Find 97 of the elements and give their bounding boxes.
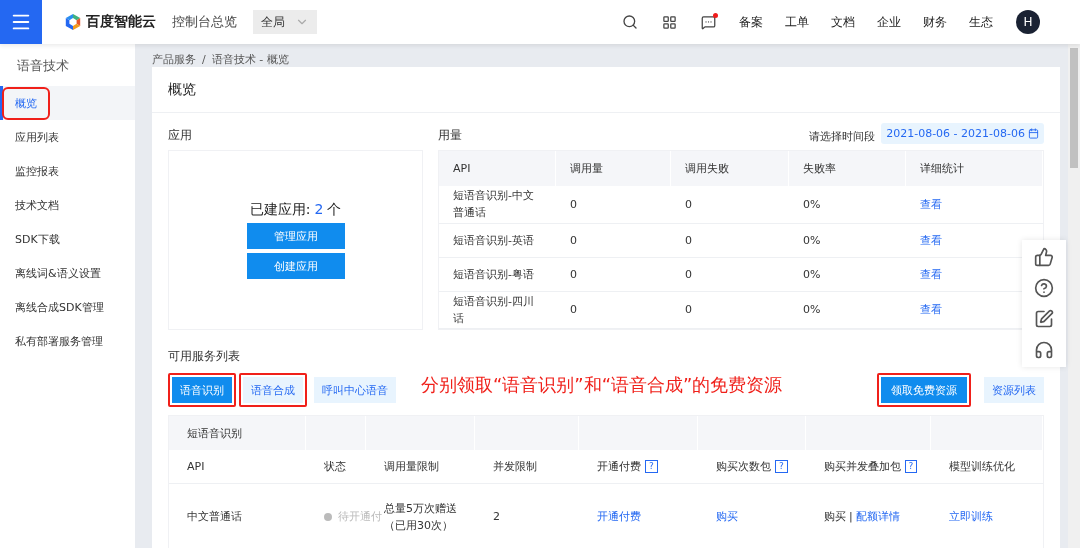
help-icon[interactable]: ? <box>775 460 788 473</box>
claim-free-resources-button[interactable]: 领取免费资源 <box>881 377 967 403</box>
table-cell: 0 <box>671 186 789 224</box>
pay-link[interactable]: 开通付费 <box>597 508 641 525</box>
table-cell: 短语音识别-中文普通话 <box>439 186 556 224</box>
buy-text: 购买 <box>824 509 846 525</box>
sidebar-item[interactable]: 应用列表 <box>0 120 135 154</box>
avatar[interactable]: H <box>1016 10 1040 34</box>
logo-icon <box>64 13 82 31</box>
help-icon[interactable] <box>1034 278 1054 298</box>
separator: | <box>849 509 853 525</box>
breadcrumb-item: 语音技术 - 概览 <box>211 52 289 67</box>
sidebar-item[interactable]: 离线合成SDK管理 <box>0 290 135 324</box>
annotation-text: 分别领取“语音识别”和“语音合成”的免费资源 <box>421 373 783 397</box>
table-cell: 0 <box>556 257 671 292</box>
table-cell: 短语音识别-四川话 <box>439 291 556 329</box>
column-header: 开通付费 <box>597 459 641 475</box>
sidebar-item[interactable]: 概览 <box>0 86 135 120</box>
status-text: 待开通付 <box>338 509 383 525</box>
resource-list-button[interactable]: 资源列表 <box>984 377 1044 403</box>
column-header: 状态 <box>324 459 346 475</box>
nav-link[interactable]: 生态 <box>969 13 993 31</box>
sidebar-item[interactable]: 离线词&语义设置 <box>0 256 135 290</box>
service-tab[interactable]: 呼叫中心语音 <box>314 377 396 403</box>
view-link[interactable]: 查看 <box>920 265 942 283</box>
column-header: API <box>187 459 205 475</box>
sidebar-item[interactable]: 私有部署服务管理 <box>0 324 135 358</box>
table-cell: 0 <box>556 223 671 258</box>
view-link[interactable]: 查看 <box>920 231 942 249</box>
sidebar-title: 语音技术 <box>16 57 70 75</box>
nav-link[interactable]: 备案 <box>739 13 763 31</box>
view-link[interactable]: 查看 <box>920 301 942 319</box>
column-header: 失败率 <box>789 151 906 186</box>
date-range-field[interactable]: 2021-08-06 - 2021-08-06 <box>881 123 1044 144</box>
thumbs-up-icon[interactable] <box>1034 247 1054 267</box>
nav-link[interactable]: 财务 <box>923 13 947 31</box>
nav-link[interactable]: 企业 <box>877 13 901 31</box>
table-cell: 短语音识别-英语 <box>439 223 556 258</box>
search-button[interactable] <box>622 14 638 30</box>
edit-icon[interactable] <box>1034 309 1054 329</box>
menu-button[interactable] <box>0 0 42 44</box>
app-button[interactable]: 管理应用 <box>246 223 345 249</box>
date-label: 请选择时间段 <box>809 129 876 144</box>
grid-button[interactable] <box>662 14 677 30</box>
column-header: 详细统计 <box>906 151 1043 186</box>
train-link[interactable]: 立即训练 <box>949 508 993 525</box>
breadcrumb-separator: / <box>202 53 206 66</box>
column-header: 调用量 <box>556 151 671 186</box>
column-header: 并发限制 <box>493 459 537 475</box>
view-link[interactable]: 查看 <box>920 195 942 213</box>
app-count: 2 <box>314 201 324 219</box>
help-icon[interactable]: ? <box>905 460 917 473</box>
logo-text: 百度智能云 <box>86 13 156 31</box>
quota-detail-link[interactable]: 配额详情 <box>855 508 900 525</box>
nav-link[interactable]: 文档 <box>831 13 855 31</box>
table-cell: 0% <box>789 257 906 292</box>
column-header: 购买次数包 <box>716 459 771 475</box>
section-title: 应用 <box>168 127 193 144</box>
column-header: 调用失败 <box>671 151 789 186</box>
console-title[interactable]: 控制台总览 <box>172 13 237 31</box>
scrollbar-thumb[interactable] <box>1070 48 1078 168</box>
service-tab[interactable]: 语音合成 <box>243 377 303 403</box>
table-cell: 短语音识别-粤语 <box>439 257 556 292</box>
column-header: 调用量限制 <box>384 459 439 475</box>
group-header: 短语音识别 <box>169 416 306 450</box>
section-title: 用量 <box>438 127 462 144</box>
calendar-icon <box>1028 128 1039 139</box>
column-header: 购买并发叠加包 <box>824 459 901 475</box>
column-header: 模型训练优化 <box>949 459 1015 475</box>
message-button[interactable] <box>701 14 716 30</box>
table-cell: 0% <box>789 223 906 258</box>
table-cell: 0% <box>789 186 906 224</box>
app-count-label: 已建应用: <box>249 201 311 219</box>
app-button[interactable]: 创建应用 <box>246 253 345 279</box>
table-cell: 0 <box>556 291 671 329</box>
table-cell: 0 <box>671 223 789 258</box>
buy-link[interactable]: 购买 <box>716 508 738 525</box>
section-title: 可用服务列表 <box>168 348 241 365</box>
region-dropdown[interactable]: 全局 <box>253 10 317 34</box>
column-header: API <box>439 151 556 186</box>
table-cell: 0 <box>556 186 671 224</box>
table-cell: 2 <box>475 484 579 548</box>
table-cell: 0 <box>671 257 789 292</box>
sidebar-item[interactable]: 技术文档 <box>0 188 135 222</box>
sidebar-item[interactable]: SDK下载 <box>0 222 135 256</box>
breadcrumb-item[interactable]: 产品服务 <box>152 52 196 67</box>
status-dot-icon <box>324 512 332 521</box>
sidebar-item[interactable]: 监控报表 <box>0 154 135 188</box>
headset-icon[interactable] <box>1034 340 1054 360</box>
help-icon[interactable]: ? <box>645 460 658 473</box>
service-tab[interactable]: 语音识别 <box>172 377 232 403</box>
app-count-unit: 个 <box>327 201 342 219</box>
table-cell: 中文普通话 <box>169 484 306 548</box>
table-cell: 0% <box>789 291 906 329</box>
table-cell: 0 <box>671 291 789 329</box>
nav-link[interactable]: 工单 <box>785 13 809 31</box>
page-title: 概览 <box>152 67 1060 113</box>
